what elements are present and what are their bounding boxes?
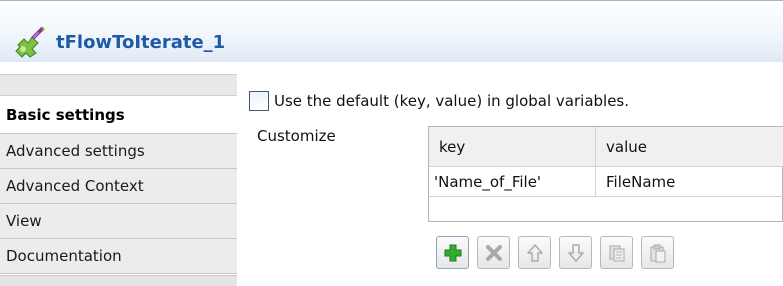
use-default-checkbox[interactable] bbox=[249, 91, 269, 111]
cell-value[interactable]: FileName bbox=[596, 167, 783, 197]
use-default-label: Use the default (key, value) in global v… bbox=[274, 92, 630, 110]
component-puzzle-icon bbox=[15, 26, 45, 58]
move-up-button[interactable] bbox=[518, 236, 551, 269]
use-default-option[interactable]: Use the default (key, value) in global v… bbox=[249, 90, 629, 112]
copy-icon bbox=[609, 245, 624, 261]
sidebar-item-documentation[interactable]: Documentation bbox=[0, 238, 237, 274]
sidebar-item-label: Documentation bbox=[6, 247, 122, 265]
table-toolbar bbox=[436, 236, 674, 269]
move-down-icon bbox=[567, 243, 584, 262]
sidebar-item-label: Basic settings bbox=[6, 106, 125, 124]
sidebar-bottom-spacer bbox=[0, 275, 237, 286]
paste-button[interactable] bbox=[641, 236, 674, 269]
table-row[interactable]: 'Name_of_File' FileName bbox=[429, 167, 783, 197]
component-header: tFlowToIterate_1 bbox=[0, 0, 783, 74]
sidebar-item-label: View bbox=[6, 212, 42, 230]
delete-icon bbox=[485, 244, 502, 261]
cell-key[interactable]: 'Name_of_File' bbox=[429, 167, 596, 197]
component-title: tFlowToIterate_1 bbox=[56, 32, 226, 53]
move-up-icon bbox=[526, 243, 543, 262]
sidebar-item-advanced-settings[interactable]: Advanced settings bbox=[0, 133, 237, 169]
sidebar-item-advanced-context[interactable]: Advanced Context bbox=[0, 168, 237, 204]
sidebar-item-basic-settings[interactable]: Basic settings bbox=[0, 96, 237, 133]
move-down-button[interactable] bbox=[559, 236, 592, 269]
sidebar-item-label: Advanced settings bbox=[6, 142, 145, 160]
copy-button[interactable] bbox=[600, 236, 633, 269]
delete-row-button[interactable] bbox=[477, 236, 510, 269]
paste-icon bbox=[650, 244, 665, 262]
table-header: key value bbox=[429, 127, 783, 167]
settings-sidebar: Basic settings Advanced settings Advance… bbox=[0, 74, 237, 286]
add-row-button[interactable] bbox=[436, 236, 469, 269]
add-icon bbox=[444, 244, 461, 261]
sidebar-top-spacer bbox=[0, 74, 237, 96]
sidebar-item-view[interactable]: View bbox=[0, 203, 237, 239]
sidebar-item-label: Advanced Context bbox=[6, 177, 144, 195]
customize-label: Customize bbox=[257, 127, 336, 145]
column-header-key[interactable]: key bbox=[429, 127, 596, 167]
column-header-value[interactable]: value bbox=[596, 127, 783, 167]
customize-table: key value 'Name_of_File' FileName bbox=[428, 126, 783, 222]
